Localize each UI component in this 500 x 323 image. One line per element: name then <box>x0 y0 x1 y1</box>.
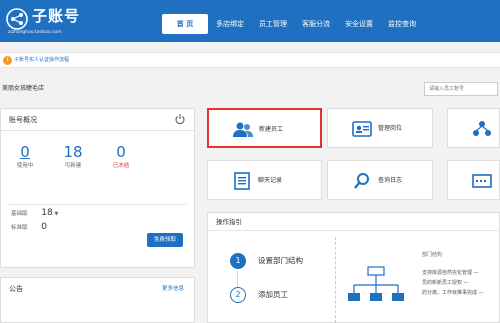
step-label: 添加员工 <box>258 290 288 299</box>
notice-link[interactable]: 子账号实人认证操作流程 <box>14 56 69 65</box>
users-icon <box>233 122 253 137</box>
stat-can-create: 18 可新建 <box>53 143 93 171</box>
main-nav: 首 页 多店绑定 员工管理 客服分流 安全设置 监控查询 <box>162 14 424 34</box>
stat-value: 0 <box>116 143 126 161</box>
brand-title: 子账号 <box>32 7 81 25</box>
tile-manage-positions[interactable]: 管理岗位 <box>327 108 433 148</box>
nav-service-routing[interactable]: 客服分流 <box>295 14 337 34</box>
account-stats: 0 使用中 18 可新建 0 已冻结 <box>1 143 196 183</box>
guide-title: 操作指引 <box>216 218 242 226</box>
stat-frozen: 0 已冻结 <box>101 143 141 171</box>
step-number: 1 <box>230 253 246 269</box>
account-overview-panel: 账号概况 0 使用中 18 可新建 0 已冻结 基础版 18 ▼ 标准版 0 免… <box>0 108 195 268</box>
nav-staff-management[interactable]: 员工管理 <box>252 14 294 34</box>
top-header: 子账号 zizhanghao.taobao.com 首 页 多店绑定 员工管理 … <box>0 0 500 42</box>
base-quota: 基础版 18 ▼ <box>11 208 58 219</box>
dashed-divider <box>335 237 336 323</box>
brand-subtitle: zizhanghao.taobao.com <box>8 30 62 35</box>
tile-org[interactable] <box>447 108 500 148</box>
org-structure-title: 部门结构 <box>422 252 443 258</box>
stat-value: 18 <box>63 143 83 161</box>
info-icon: ! <box>3 56 12 65</box>
tile-terminal[interactable] <box>447 160 500 200</box>
stat-label: 使用中 <box>16 163 34 169</box>
guide-step-2[interactable]: 2 添加员工 <box>230 287 350 305</box>
stat-value: 0 <box>20 143 30 161</box>
dropdown-caret-icon[interactable]: ▼ <box>54 211 58 217</box>
org-desc-line: 的分离，工作目推事完成 — <box>422 290 484 296</box>
step-label: 设置部门结构 <box>258 256 303 265</box>
document-icon <box>234 172 250 190</box>
nav-home[interactable]: 首 页 <box>162 14 208 34</box>
nav-security-settings[interactable]: 安全设置 <box>338 14 380 34</box>
tile-label: 聊天记录 <box>258 177 283 184</box>
panel-header: 账号概况 <box>1 109 194 131</box>
tile-chat-records[interactable]: 聊天记录 <box>207 160 322 200</box>
more-info-link[interactable]: 更多信息 <box>162 284 184 294</box>
tile-query-logs[interactable]: 查询日志 <box>327 160 433 200</box>
announcement-title: 公告 <box>9 285 23 293</box>
nav-monitor-query[interactable]: 监控查询 <box>381 14 423 34</box>
magnifier-icon <box>354 173 369 189</box>
tile-label: 新建员工 <box>259 126 284 133</box>
tile-label: 管理岗位 <box>378 125 403 132</box>
operation-guide-panel: 操作指引 1 设置部门结构 2 添加员工 部门结构 支持库源自然完化管理 — 员… <box>207 212 500 323</box>
standard-label: 标准版 <box>11 225 28 231</box>
power-icon[interactable] <box>174 113 186 125</box>
base-value: 18 <box>41 208 53 218</box>
id-card-icon <box>352 121 372 137</box>
stat-label: 可新建 <box>64 163 82 169</box>
step-number: 2 <box>230 287 246 303</box>
org-desc-line: 员的新新员工授权 — <box>422 280 469 286</box>
guide-step-1[interactable]: 1 设置部门结构 <box>230 253 350 271</box>
nav-multi-store[interactable]: 多店绑定 <box>209 14 251 34</box>
terminal-icon <box>472 174 492 188</box>
staff-search-input[interactable] <box>424 82 498 96</box>
tile-new-staff[interactable]: 新建员工 <box>207 108 322 148</box>
guide-header: 操作指引 <box>208 213 499 231</box>
brand-logo[interactable]: 子账号 zizhanghao.taobao.com <box>6 6 116 38</box>
shop-name: 美丽女孩睫毛店 <box>2 85 45 92</box>
stat-label: 已冻结 <box>112 163 130 169</box>
step-connector <box>237 271 238 287</box>
org-icon <box>473 121 491 136</box>
stat-in-use[interactable]: 0 使用中 <box>5 143 45 171</box>
share-icon <box>6 8 28 30</box>
notice-bar: ! 子账号实人认证操作流程 <box>0 52 500 68</box>
tile-label: 查询日志 <box>378 177 403 184</box>
base-label: 基础版 <box>11 211 28 217</box>
announcement-panel: 公告 更多信息 <box>0 277 195 323</box>
panel-title: 账号概况 <box>9 116 37 124</box>
standard-quota: 标准版 0 <box>11 222 47 233</box>
org-desc-line: 支持库源自然完化管理 — <box>422 270 479 276</box>
divider <box>9 204 187 205</box>
org-chart-illustration <box>348 266 404 301</box>
standard-value: 0 <box>41 222 47 232</box>
shop-row: 美丽女孩睫毛店 <box>0 80 500 98</box>
free-claim-button[interactable]: 免费领取 <box>147 233 183 247</box>
